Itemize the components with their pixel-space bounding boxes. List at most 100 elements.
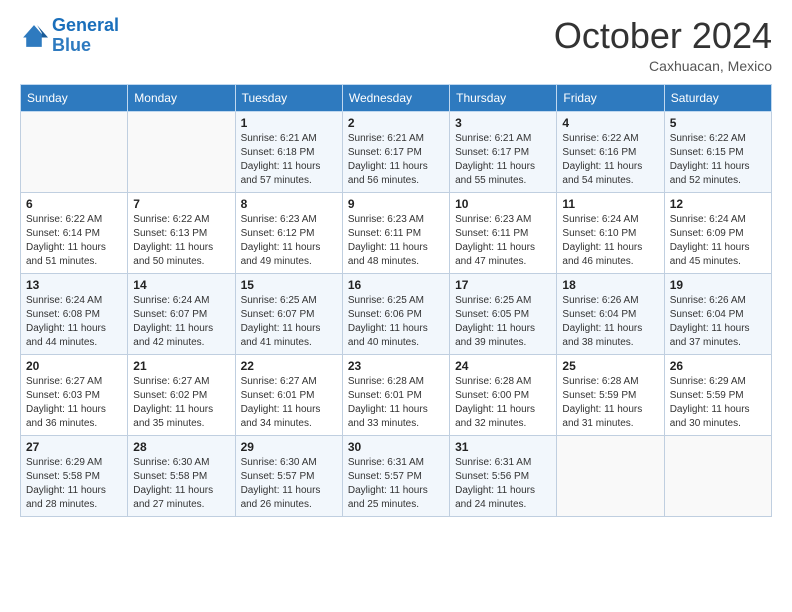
location: Caxhuacan, Mexico — [554, 58, 772, 74]
calendar-cell: 22Sunrise: 6:27 AM Sunset: 6:01 PM Dayli… — [235, 354, 342, 435]
day-info: Sunrise: 6:22 AM Sunset: 6:15 PM Dayligh… — [670, 132, 766, 188]
calendar-cell: 3 Sunrise: 6:21 AM Sunset: 6:17 PM Daylig… — [450, 111, 557, 192]
day-number: 12 — [670, 197, 766, 211]
day-number: 10 — [455, 197, 551, 211]
calendar-cell: 9Sunrise: 6:23 AM Sunset: 6:11 PM Daylig… — [342, 192, 449, 273]
logo: General Blue — [20, 16, 119, 56]
calendar-cell: 8 Sunrise: 6:23 AM Sunset: 6:12 PM Daylig… — [235, 192, 342, 273]
calendar-cell: 29Sunrise: 6:30 AM Sunset: 5:57 PM Dayli… — [235, 435, 342, 516]
day-info: Sunrise: 6:22 AM Sunset: 6:13 PM Dayligh… — [133, 213, 229, 269]
calendar-cell: 28 Sunrise: 6:30 AM Sunset: 5:58 PM Dayli… — [128, 435, 235, 516]
calendar-cell: 26 Sunrise: 6:29 AM Sunset: 5:59 PM Dayli… — [664, 354, 771, 435]
day-info: Sunrise: 6:28 AM Sunset: 5:59 PM Dayligh… — [562, 375, 658, 431]
day-number: 31 — [455, 440, 551, 454]
calendar-cell: 10 Sunrise: 6:23 AM Sunset: 6:11 PM Dayli… — [450, 192, 557, 273]
day-info: Sunrise: 6:29 AM Sunset: 5:58 PM Dayligh… — [26, 456, 122, 512]
day-number: 17 — [455, 278, 551, 292]
logo-text: General Blue — [52, 16, 119, 56]
calendar-cell — [557, 435, 664, 516]
days-header-row: Sunday Monday Tuesday Wednesday Thursday… — [21, 84, 772, 111]
week-row-3: 20 Sunrise: 6:27 AM Sunset: 6:03 PM Dayli… — [21, 354, 772, 435]
calendar-cell: 20 Sunrise: 6:27 AM Sunset: 6:03 PM Dayli… — [21, 354, 128, 435]
calendar-cell: 19Sunrise: 6:26 AM Sunset: 6:04 PM Dayli… — [664, 273, 771, 354]
day-number: 28 — [133, 440, 229, 454]
day-info: Sunrise: 6:25 AM Sunset: 6:05 PM Dayligh… — [455, 294, 551, 350]
header-friday: Friday — [557, 84, 664, 111]
week-row-2: 13Sunrise: 6:24 AM Sunset: 6:08 PM Dayli… — [21, 273, 772, 354]
calendar-cell: 6Sunrise: 6:22 AM Sunset: 6:14 PM Daylig… — [21, 192, 128, 273]
calendar-cell: 16Sunrise: 6:25 AM Sunset: 6:06 PM Dayli… — [342, 273, 449, 354]
week-row-0: 1 Sunrise: 6:21 AM Sunset: 6:18 PM Daylig… — [21, 111, 772, 192]
calendar-cell: 21 Sunrise: 6:27 AM Sunset: 6:02 PM Dayli… — [128, 354, 235, 435]
calendar-cell: 2Sunrise: 6:21 AM Sunset: 6:17 PM Daylig… — [342, 111, 449, 192]
day-number: 23 — [348, 359, 444, 373]
day-info: Sunrise: 6:27 AM Sunset: 6:02 PM Dayligh… — [133, 375, 229, 431]
day-number: 16 — [348, 278, 444, 292]
day-info: Sunrise: 6:31 AM Sunset: 5:57 PM Dayligh… — [348, 456, 444, 512]
day-info: Sunrise: 6:21 AM Sunset: 6:17 PM Dayligh… — [348, 132, 444, 188]
calendar-cell: 4Sunrise: 6:22 AM Sunset: 6:16 PM Daylig… — [557, 111, 664, 192]
day-number: 1 — [241, 116, 337, 130]
calendar-cell: 25 Sunrise: 6:28 AM Sunset: 5:59 PM Dayli… — [557, 354, 664, 435]
calendar-cell: 15 Sunrise: 6:25 AM Sunset: 6:07 PM Dayli… — [235, 273, 342, 354]
week-row-1: 6Sunrise: 6:22 AM Sunset: 6:14 PM Daylig… — [21, 192, 772, 273]
day-number: 25 — [562, 359, 658, 373]
calendar-cell: 12 Sunrise: 6:24 AM Sunset: 6:09 PM Dayli… — [664, 192, 771, 273]
day-info: Sunrise: 6:28 AM Sunset: 6:01 PM Dayligh… — [348, 375, 444, 431]
calendar-cell: 5Sunrise: 6:22 AM Sunset: 6:15 PM Daylig… — [664, 111, 771, 192]
page: General Blue October 2024 Caxhuacan, Mex… — [0, 0, 792, 612]
day-number: 29 — [241, 440, 337, 454]
day-number: 27 — [26, 440, 122, 454]
day-info: Sunrise: 6:21 AM Sunset: 6:17 PM Dayligh… — [455, 132, 551, 188]
header-sunday: Sunday — [21, 84, 128, 111]
day-info: Sunrise: 6:27 AM Sunset: 6:01 PM Dayligh… — [241, 375, 337, 431]
header-monday: Monday — [128, 84, 235, 111]
day-info: Sunrise: 6:24 AM Sunset: 6:07 PM Dayligh… — [133, 294, 229, 350]
day-number: 15 — [241, 278, 337, 292]
day-info: Sunrise: 6:21 AM Sunset: 6:18 PM Dayligh… — [241, 132, 337, 188]
calendar-body: 1 Sunrise: 6:21 AM Sunset: 6:18 PM Daylig… — [21, 111, 772, 516]
calendar-cell — [21, 111, 128, 192]
calendar-cell: 1 Sunrise: 6:21 AM Sunset: 6:18 PM Daylig… — [235, 111, 342, 192]
calendar-cell: 24 Sunrise: 6:28 AM Sunset: 6:00 PM Dayli… — [450, 354, 557, 435]
day-number: 6 — [26, 197, 122, 211]
day-info: Sunrise: 6:23 AM Sunset: 6:11 PM Dayligh… — [455, 213, 551, 269]
day-number: 7 — [133, 197, 229, 211]
logo-blue: Blue — [52, 35, 91, 55]
calendar-table: Sunday Monday Tuesday Wednesday Thursday… — [20, 84, 772, 517]
header-thursday: Thursday — [450, 84, 557, 111]
day-info: Sunrise: 6:31 AM Sunset: 5:56 PM Dayligh… — [455, 456, 551, 512]
day-number: 26 — [670, 359, 766, 373]
header-tuesday: Tuesday — [235, 84, 342, 111]
day-info: Sunrise: 6:28 AM Sunset: 6:00 PM Dayligh… — [455, 375, 551, 431]
day-number: 3 — [455, 116, 551, 130]
calendar-cell: 13Sunrise: 6:24 AM Sunset: 6:08 PM Dayli… — [21, 273, 128, 354]
day-info: Sunrise: 6:24 AM Sunset: 6:08 PM Dayligh… — [26, 294, 122, 350]
day-info: Sunrise: 6:24 AM Sunset: 6:09 PM Dayligh… — [670, 213, 766, 269]
day-number: 24 — [455, 359, 551, 373]
day-info: Sunrise: 6:30 AM Sunset: 5:58 PM Dayligh… — [133, 456, 229, 512]
day-number: 21 — [133, 359, 229, 373]
calendar-cell: 14Sunrise: 6:24 AM Sunset: 6:07 PM Dayli… — [128, 273, 235, 354]
day-number: 30 — [348, 440, 444, 454]
day-number: 18 — [562, 278, 658, 292]
week-row-4: 27 Sunrise: 6:29 AM Sunset: 5:58 PM Dayli… — [21, 435, 772, 516]
day-info: Sunrise: 6:22 AM Sunset: 6:16 PM Dayligh… — [562, 132, 658, 188]
logo-icon — [20, 22, 48, 50]
day-info: Sunrise: 6:23 AM Sunset: 6:12 PM Dayligh… — [241, 213, 337, 269]
header: General Blue October 2024 Caxhuacan, Mex… — [20, 16, 772, 74]
calendar-cell: 17 Sunrise: 6:25 AM Sunset: 6:05 PM Dayli… — [450, 273, 557, 354]
calendar-cell: 11Sunrise: 6:24 AM Sunset: 6:10 PM Dayli… — [557, 192, 664, 273]
day-number: 8 — [241, 197, 337, 211]
day-info: Sunrise: 6:27 AM Sunset: 6:03 PM Dayligh… — [26, 375, 122, 431]
calendar-cell — [664, 435, 771, 516]
calendar-cell: 27 Sunrise: 6:29 AM Sunset: 5:58 PM Dayli… — [21, 435, 128, 516]
day-info: Sunrise: 6:29 AM Sunset: 5:59 PM Dayligh… — [670, 375, 766, 431]
calendar-cell: 7 Sunrise: 6:22 AM Sunset: 6:13 PM Daylig… — [128, 192, 235, 273]
calendar-cell: 31 Sunrise: 6:31 AM Sunset: 5:56 PM Dayli… — [450, 435, 557, 516]
day-number: 20 — [26, 359, 122, 373]
day-info: Sunrise: 6:25 AM Sunset: 6:07 PM Dayligh… — [241, 294, 337, 350]
title-block: October 2024 Caxhuacan, Mexico — [554, 16, 772, 74]
day-number: 11 — [562, 197, 658, 211]
calendar-cell — [128, 111, 235, 192]
